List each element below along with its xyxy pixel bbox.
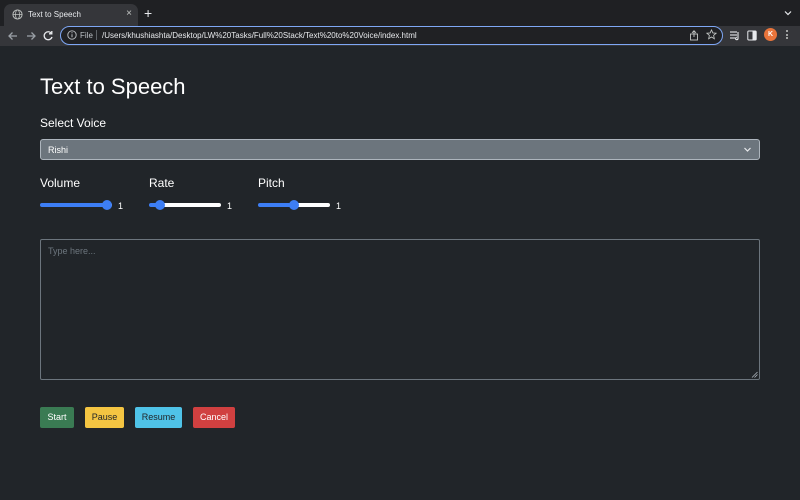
- side-panel-icon[interactable]: [747, 30, 757, 41]
- volume-slider-thumb[interactable]: [102, 200, 112, 210]
- tab-close-icon[interactable]: ×: [126, 8, 132, 20]
- volume-label: Volume: [40, 176, 81, 190]
- chevron-down-icon: [744, 147, 751, 152]
- info-icon[interactable]: [67, 30, 77, 40]
- star-icon[interactable]: [706, 29, 717, 40]
- cancel-button[interactable]: Cancel: [193, 407, 235, 428]
- rate-slider-track: [160, 203, 221, 207]
- voice-select[interactable]: Rishi: [40, 139, 760, 160]
- rate-slider-thumb[interactable]: [155, 200, 166, 210]
- text-input[interactable]: Type here...: [40, 239, 760, 380]
- reload-icon[interactable]: [41, 29, 55, 43]
- page-title: Text to Speech: [40, 74, 186, 99]
- profile-avatar[interactable]: K: [764, 28, 777, 41]
- chevron-down-icon[interactable]: [784, 9, 792, 17]
- start-button[interactable]: Start: [40, 407, 74, 428]
- text-input-placeholder: Type here...: [48, 246, 96, 256]
- pitch-value: 1: [336, 201, 342, 211]
- back-arrow-icon[interactable]: [6, 29, 20, 43]
- resize-grip-icon[interactable]: [751, 371, 758, 378]
- address-bar[interactable]: File /Users/khushiashta/Desktop/LW%20Tas…: [60, 26, 723, 45]
- kebab-menu-icon[interactable]: [785, 29, 789, 41]
- select-voice-label: Select Voice: [40, 116, 107, 130]
- pitch-slider[interactable]: [258, 200, 330, 210]
- tab-title: Text to Speech: [28, 10, 81, 19]
- rate-slider[interactable]: [149, 200, 221, 210]
- forward-arrow-icon[interactable]: [24, 29, 38, 43]
- pitch-slider-thumb[interactable]: [289, 200, 299, 210]
- pitch-label: Pitch: [258, 176, 285, 190]
- volume-value: 1: [118, 201, 124, 211]
- voice-selected-value: Rishi: [48, 145, 69, 155]
- new-tab-button[interactable]: +: [144, 6, 152, 20]
- browser-toolbar: File /Users/khushiashta/Desktop/LW%20Tas…: [0, 26, 800, 46]
- resume-button[interactable]: Resume: [135, 407, 182, 428]
- url-text[interactable]: /Users/khushiashta/Desktop/LW%20Tasks/Fu…: [102, 30, 417, 41]
- volume-slider[interactable]: [40, 200, 112, 210]
- browser-tab[interactable]: Text to Speech ×: [4, 4, 138, 26]
- rate-label: Rate: [149, 176, 175, 190]
- pause-button[interactable]: Pause: [85, 407, 124, 428]
- globe-icon: [12, 9, 23, 20]
- reading-list-icon[interactable]: [729, 30, 741, 41]
- pitch-slider-track: [294, 203, 330, 207]
- volume-slider-fill: [40, 203, 107, 207]
- scheme-label: File: [80, 31, 93, 40]
- share-icon[interactable]: [689, 30, 699, 41]
- rate-value: 1: [227, 201, 233, 211]
- address-separator: [96, 30, 97, 40]
- browser-tabstrip: Text to Speech × +: [0, 0, 800, 26]
